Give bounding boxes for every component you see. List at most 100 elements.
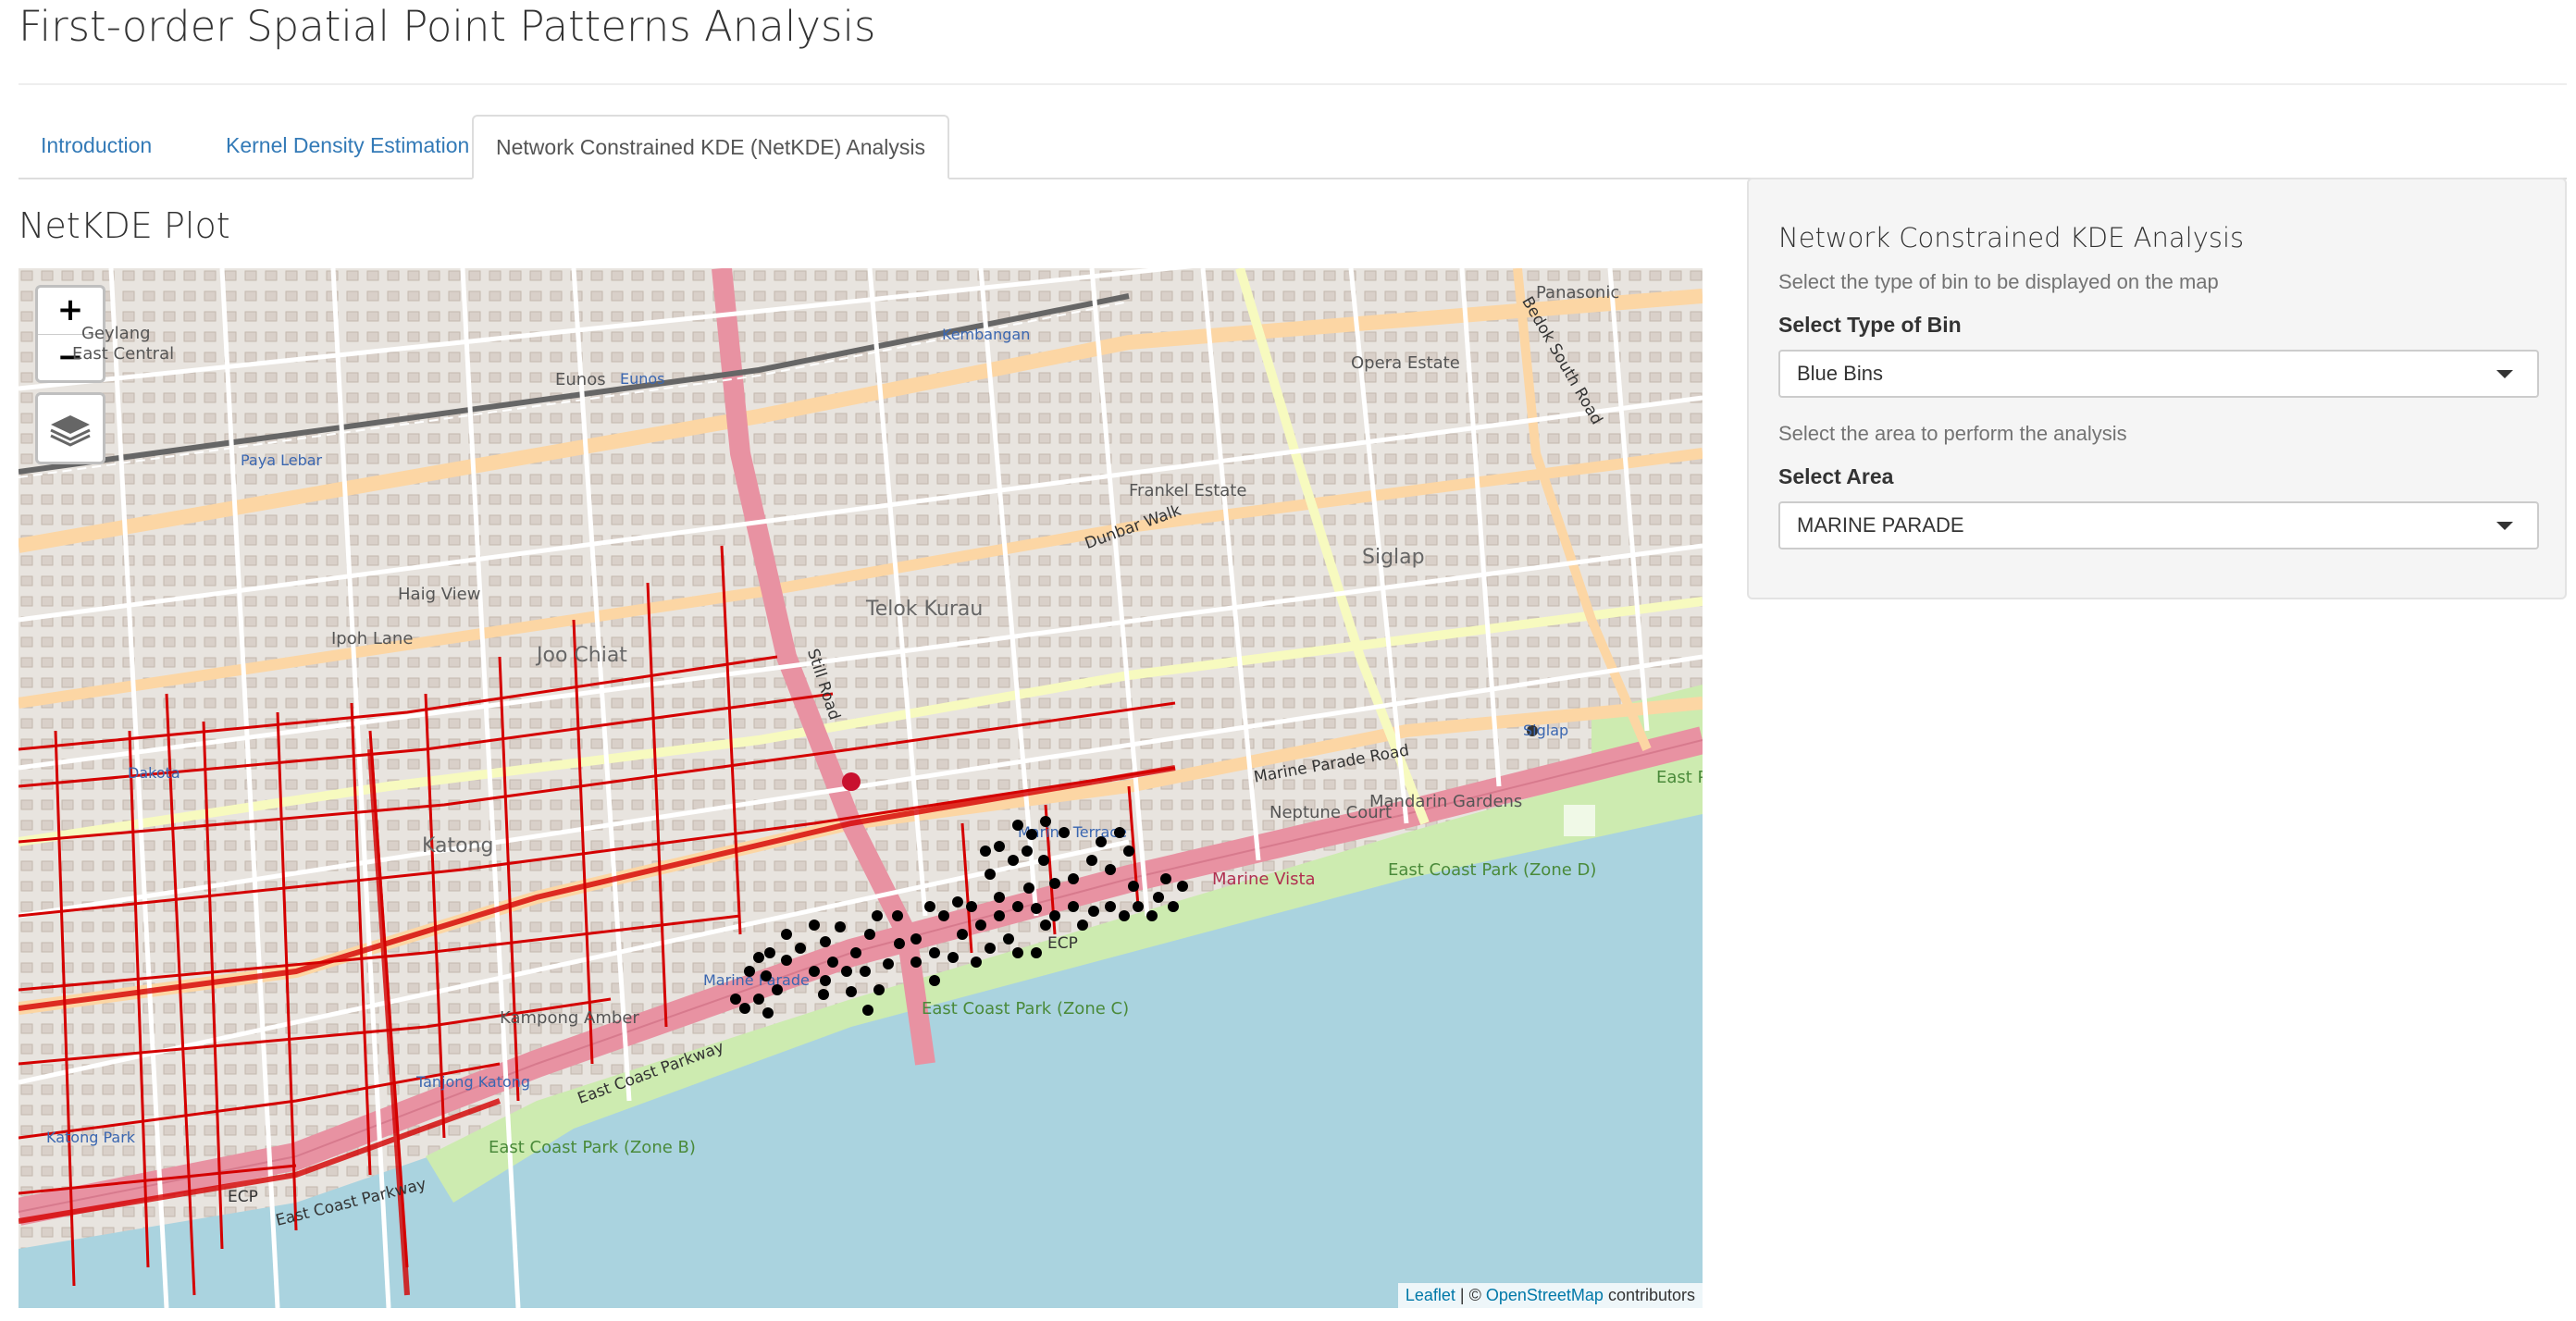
bin-point[interactable] — [1003, 933, 1014, 944]
chevron-down-icon — [2496, 370, 2513, 378]
bin-point[interactable] — [1022, 846, 1033, 857]
bin-point[interactable] — [1086, 855, 1097, 866]
bin-point[interactable] — [772, 984, 783, 995]
bin-point[interactable] — [994, 892, 1005, 903]
bin-point[interactable] — [1026, 829, 1037, 840]
bin-point[interactable] — [753, 994, 764, 1005]
bin-point[interactable] — [809, 966, 820, 977]
bin-type-select[interactable]: Blue Bins — [1778, 350, 2539, 398]
bin-point[interactable] — [985, 869, 996, 880]
area-help-text: Select the area to perform the analysis — [1778, 422, 2127, 445]
bin-point[interactable] — [762, 1007, 774, 1019]
bin-point[interactable] — [1105, 901, 1116, 912]
bin-point[interactable] — [980, 846, 991, 857]
bin-point[interactable] — [1119, 910, 1130, 921]
bin-point[interactable] — [883, 958, 894, 969]
bin-point[interactable] — [753, 952, 764, 963]
bin-point[interactable] — [1040, 920, 1051, 931]
tab-kernel-density-estimation[interactable]: Kernel Density Estimation — [204, 115, 491, 176]
bin-point[interactable] — [1031, 947, 1042, 958]
bin-point[interactable] — [820, 975, 831, 986]
bin-point[interactable] — [952, 896, 963, 907]
bin-point[interactable] — [841, 966, 852, 977]
bin-point[interactable] — [872, 910, 883, 921]
bin-point[interactable] — [938, 910, 949, 921]
bin-point[interactable] — [1105, 864, 1116, 875]
bin-point[interactable] — [1096, 836, 1107, 847]
bin-point[interactable] — [985, 943, 996, 954]
bin-point[interactable] — [1068, 873, 1079, 884]
chevron-down-icon — [2496, 522, 2513, 530]
bin-point[interactable] — [1160, 873, 1171, 884]
bin-point[interactable] — [947, 952, 959, 963]
leaflet-map[interactable]: + − Eunos Eunos Kembangan Paya Lebar Gey… — [19, 268, 1703, 1308]
bin-point[interactable] — [1133, 901, 1144, 912]
bin-point[interactable] — [1088, 906, 1099, 917]
bin-point[interactable] — [809, 920, 820, 931]
bin-point[interactable] — [1068, 901, 1079, 912]
bin-point[interactable] — [1128, 881, 1139, 892]
bin-type-value: Blue Bins — [1797, 362, 1883, 385]
plot-heading: NetKDE Plot — [19, 205, 230, 246]
bin-point[interactable] — [1123, 846, 1134, 857]
bin-point[interactable] — [994, 910, 1005, 921]
bin-point[interactable] — [1031, 903, 1042, 914]
bin-point[interactable] — [730, 994, 741, 1005]
bin-point[interactable] — [862, 1005, 873, 1016]
bin-point[interactable] — [744, 966, 755, 977]
bin-point[interactable] — [1153, 892, 1164, 903]
bin-point[interactable] — [1146, 910, 1158, 921]
bin-point[interactable] — [781, 955, 792, 966]
bin-point[interactable] — [971, 957, 982, 968]
bin-point[interactable] — [975, 920, 986, 931]
bin-point[interactable] — [1049, 910, 1060, 921]
bin-point[interactable] — [1012, 947, 1023, 958]
bin-point[interactable] — [957, 929, 968, 940]
bin-point[interactable] — [892, 910, 903, 921]
bin-point[interactable] — [910, 933, 922, 944]
bin-point[interactable] — [1049, 878, 1060, 889]
bin-point[interactable] — [864, 929, 875, 940]
bin-point[interactable] — [850, 947, 861, 958]
bin-point[interactable] — [1114, 827, 1125, 838]
bin-point[interactable] — [929, 975, 940, 986]
blue-bin-points — [730, 816, 1188, 1019]
bin-point[interactable] — [894, 938, 905, 949]
bin-point[interactable] — [994, 841, 1005, 852]
bin-point[interactable] — [795, 943, 806, 954]
bin-point[interactable] — [924, 901, 935, 912]
bin-point[interactable] — [1023, 883, 1034, 894]
leaflet-link[interactable]: Leaflet — [1406, 1286, 1455, 1304]
bin-point[interactable] — [820, 936, 831, 947]
bin-point[interactable] — [1040, 816, 1051, 827]
bin-point[interactable] — [910, 957, 922, 968]
area-select[interactable]: MARINE PARADE — [1778, 501, 2539, 549]
tab-netkde-analysis[interactable]: Network Constrained KDE (NetKDE) Analysi… — [472, 115, 949, 179]
bin-point[interactable] — [818, 989, 829, 1000]
tab-introduction[interactable]: Introduction — [19, 115, 174, 176]
bin-point[interactable] — [1012, 901, 1023, 912]
bin-point[interactable] — [846, 986, 857, 997]
bin-point[interactable] — [1177, 881, 1188, 892]
page-title: First-order Spatial Point Patterns Analy… — [19, 2, 876, 51]
sidebar-panel: Network Constrained KDE Analysis Select … — [1747, 178, 2567, 599]
bin-point[interactable] — [860, 966, 871, 977]
bin-point[interactable] — [873, 984, 885, 995]
bin-point[interactable] — [739, 1003, 750, 1014]
bin-point[interactable] — [1038, 855, 1049, 866]
bin-point[interactable] — [966, 901, 977, 912]
bin-point[interactable] — [929, 947, 940, 958]
bin-point[interactable] — [1168, 901, 1179, 912]
bin-point[interactable] — [827, 957, 838, 968]
openstreetmap-link[interactable]: OpenStreetMap — [1486, 1286, 1604, 1304]
bin-point[interactable] — [835, 921, 846, 932]
bin-point[interactable] — [761, 970, 772, 981]
bin-point[interactable] — [764, 947, 775, 958]
bin-point[interactable] — [1012, 820, 1023, 831]
tab-bar: Introduction Kernel Density Estimation N… — [19, 115, 2567, 179]
bin-point[interactable] — [781, 929, 792, 940]
bin-point[interactable] — [1059, 827, 1070, 838]
bin-point[interactable] — [1077, 920, 1088, 931]
bin-point[interactable] — [1008, 855, 1019, 866]
area-value: MARINE PARADE — [1797, 513, 1964, 537]
